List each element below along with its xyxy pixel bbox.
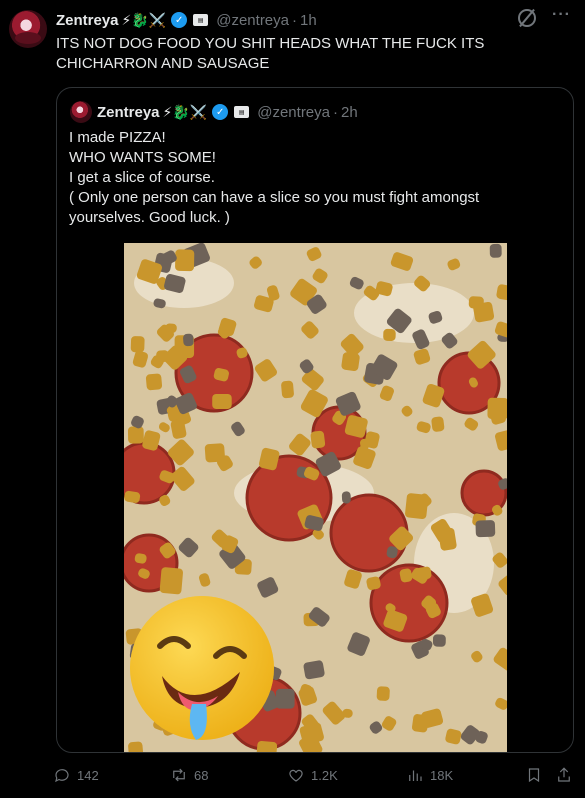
like-button[interactable]: 1.2K — [287, 764, 338, 786]
share-icon — [558, 767, 570, 782]
sausage-chunk — [489, 243, 502, 258]
sausage-chunk — [376, 686, 390, 701]
quoted-author-avatar — [70, 101, 92, 123]
like-icon — [289, 769, 303, 782]
drooling-face-emoji — [130, 596, 274, 740]
post-text: ITS NOT DOG FOOD YOU SHIT HEADS WHAT THE… — [56, 35, 485, 72]
sausage-chunk — [383, 328, 396, 342]
sausage-chunk — [473, 301, 495, 323]
sausage-chunk — [275, 688, 295, 709]
post-time[interactable]: 1h — [300, 12, 317, 29]
sausage-chunk — [310, 430, 326, 449]
views-icon — [409, 770, 422, 781]
sausage-chunk — [145, 373, 163, 391]
verified-badge-icon[interactable]: ✓ — [171, 12, 188, 28]
quoted-author-name: Zentreya — [97, 103, 160, 121]
quoted-text-line: ( Only one person can have a slice so yo… — [69, 189, 480, 226]
sausage-chunk — [487, 397, 507, 420]
separator: · — [333, 103, 338, 121]
post-menu-icons: ··· — [518, 7, 571, 27]
reply-icon — [55, 769, 69, 783]
author-handle[interactable]: @zentreya — [216, 12, 289, 29]
repost-icon — [173, 768, 185, 782]
quoted-text-line: WHO WANTS SOME! — [69, 149, 216, 166]
quoted-author-emojis: ⚡🐉⚔️ — [162, 104, 208, 120]
sausage-chunk — [183, 333, 194, 347]
more-icon[interactable]: ··· — [552, 7, 571, 27]
sausage-chunk — [256, 740, 278, 752]
sausage-chunk — [159, 567, 184, 595]
pizza-photo[interactable] — [124, 243, 507, 752]
post-header: Zentreya ⚡🐉⚔️ ✓ ▤ @zentreya · 1h — [56, 10, 317, 30]
sausage-chunk — [431, 416, 445, 432]
reply-count: 142 — [77, 767, 99, 783]
author-avatar[interactable] — [9, 10, 47, 48]
quoted-post[interactable]: Zentreya ⚡🐉⚔️ ✓ ▤ @zentreya · 2h I made … — [56, 87, 574, 753]
quoted-text-line: I made PIZZA! — [69, 129, 166, 146]
affiliate-badge-icon[interactable]: ▤ — [193, 14, 209, 26]
view-count: 18K — [430, 767, 454, 783]
sausage-chunk — [303, 660, 325, 680]
quoted-author-handle: @zentreya — [257, 103, 330, 121]
repost-count: 68 — [194, 767, 209, 783]
sausage-chunk — [432, 634, 446, 647]
sausage-chunk — [475, 520, 496, 538]
quoted-post-time: 2h — [341, 103, 358, 121]
sausage-chunk — [175, 249, 195, 272]
sausage-chunk — [281, 380, 294, 399]
sausage-chunk — [127, 426, 144, 444]
post-actions: 142 68 1.2K 18K — [53, 764, 573, 786]
quoted-post-header: Zentreya ⚡🐉⚔️ ✓ ▤ @zentreya · 2h — [97, 101, 358, 123]
bookmark-button[interactable] — [525, 764, 543, 786]
sausage-chunk — [128, 741, 144, 752]
grok-icon[interactable] — [518, 9, 537, 27]
verified-badge-icon: ✓ — [212, 104, 229, 120]
views-button[interactable]: 18K — [406, 764, 453, 786]
author-name[interactable]: Zentreya — [56, 12, 119, 29]
repost-button[interactable]: 68 — [170, 764, 208, 786]
bookmark-icon — [528, 768, 540, 783]
post: Zentreya ⚡🐉⚔️ ✓ ▤ @zentreya · 1h ··· ITS… — [0, 0, 585, 798]
separator: · — [292, 11, 297, 29]
sausage-chunk — [405, 493, 429, 519]
sausage-chunk — [341, 491, 351, 504]
sausage-chunk — [212, 393, 232, 409]
quoted-text-line: I get a slice of course. — [69, 169, 215, 186]
share-button[interactable] — [555, 764, 573, 786]
pizza-illustration — [124, 243, 507, 752]
like-count: 1.2K — [311, 767, 338, 783]
sausage-chunk — [130, 336, 145, 353]
sausage-chunk — [416, 566, 432, 580]
affiliate-badge-icon: ▤ — [234, 106, 250, 118]
reply-button[interactable]: 142 — [53, 764, 99, 786]
author-emojis: ⚡🐉⚔️ — [121, 12, 167, 28]
quoted-post-text: I made PIZZA! WHO WANTS SOME! I get a sl… — [69, 128, 549, 228]
